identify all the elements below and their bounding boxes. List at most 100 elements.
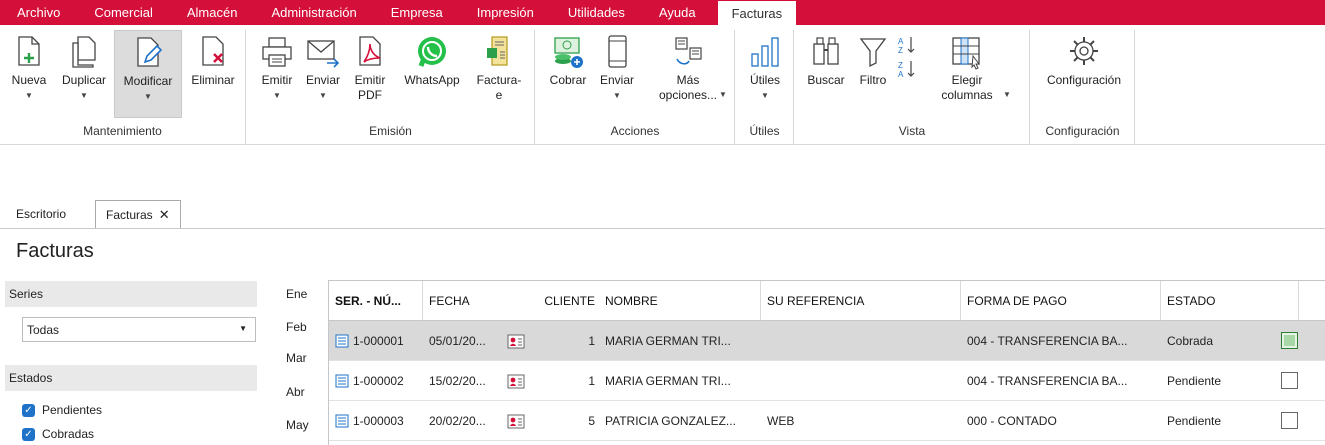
filtro-button[interactable]: Filtro	[853, 30, 893, 118]
contact-card-icon[interactable]	[507, 361, 525, 401]
configuracion-button[interactable]: Configuración	[1037, 30, 1131, 118]
buscar-button[interactable]: Buscar	[801, 30, 851, 118]
email-icon	[307, 40, 340, 68]
menu-utilidades[interactable]: Utilidades	[551, 0, 642, 25]
duplicate-icon	[72, 36, 96, 68]
contact-card-icon[interactable]	[507, 321, 525, 361]
duplicar-button[interactable]: Duplicar ▼	[56, 30, 112, 118]
tab-facturas[interactable]: Facturas ✕	[95, 200, 181, 229]
menu-impresion[interactable]: Impresión	[460, 0, 551, 25]
chevron-down-icon: ▼	[80, 91, 88, 100]
cell-nombre: PATRICIA GONZALEZ...	[605, 414, 736, 428]
more-options-icon	[675, 37, 702, 65]
cobrar-label: Cobrar	[549, 73, 587, 87]
estados-header: Estados	[5, 365, 257, 391]
estado-pendientes-checkbox[interactable]: ✓ Pendientes	[22, 403, 102, 417]
estado-cobradas-checkbox[interactable]: ✓ Cobradas	[22, 427, 94, 441]
table-row[interactable]: 1-000003 20/02/20... 5 PATRICIA GONZALEZ…	[329, 401, 1325, 441]
cell-referencia: WEB	[767, 414, 795, 428]
svg-text:A: A	[898, 70, 904, 79]
eliminar-label: Eliminar	[191, 73, 235, 87]
menu-empresa[interactable]: Empresa	[374, 0, 460, 25]
group-utiles: Útiles ▼ Útiles	[736, 30, 794, 144]
emitir-label: Emitir	[261, 73, 293, 87]
group-label-vista: Vista	[898, 124, 926, 138]
enviar-email-button[interactable]: Enviar ▼	[301, 30, 345, 118]
modificar-button[interactable]: Modificar ▼	[114, 30, 182, 118]
column-header-estado[interactable]: ESTADO	[1161, 281, 1299, 321]
enviar-mobile-label: Enviar	[599, 73, 634, 87]
facturae-icon	[487, 36, 508, 66]
nueva-button[interactable]: Nueva ▼	[4, 30, 54, 118]
menu-facturas[interactable]: Facturas	[716, 0, 798, 25]
month-abr[interactable]: Abr	[286, 385, 305, 399]
enviar-mobile-button[interactable]: Enviar ▼	[594, 30, 640, 118]
estado-checkbox[interactable]	[1281, 372, 1298, 389]
group-acciones: Cobrar Enviar ▼ Más opciones... ▼ Accion…	[536, 30, 735, 144]
emitir-pdf-label: Emitir PDF	[354, 73, 386, 102]
filter-icon	[859, 38, 887, 68]
column-header-referencia[interactable]: SU REFERENCIA	[761, 281, 961, 321]
close-icon[interactable]: ✕	[159, 207, 170, 223]
column-header-nombre[interactable]: NOMBRE	[599, 281, 761, 321]
facturae-button[interactable]: Factura-e	[471, 30, 527, 118]
elegir-columnas-button[interactable]: Elegir columnas ▼	[925, 30, 1011, 118]
menu-bar: Archivo Comercial Almacén Administración…	[0, 0, 1325, 25]
month-ene[interactable]: Ene	[286, 287, 307, 301]
column-header-cliente[interactable]: CLIENTE	[507, 281, 599, 321]
column-header-numero[interactable]: SER. - NÚ...	[329, 281, 423, 321]
utiles-label: Útiles	[749, 73, 780, 87]
cell-numero: 1-000001	[353, 334, 404, 348]
cell-forma-pago: 004 - TRANSFERENCIA BA...	[967, 334, 1128, 348]
mas-opciones-label: Más opciones...	[658, 73, 718, 102]
menu-ayuda[interactable]: Ayuda	[642, 0, 713, 25]
table-row[interactable]: 1-000002 15/02/20... 1 MARIA GERMAN TRI.…	[329, 361, 1325, 401]
delete-document-icon	[202, 36, 224, 66]
modificar-label: Modificar	[123, 74, 173, 88]
whatsapp-button[interactable]: WhatsApp	[395, 30, 469, 118]
printer-icon	[262, 37, 292, 67]
chevron-down-icon: ▼	[719, 90, 727, 99]
series-select-value: Todas	[27, 322, 60, 337]
month-mar[interactable]: Mar	[286, 351, 307, 365]
chevron-down-icon: ▼	[761, 91, 769, 100]
utiles-button[interactable]: Útiles ▼	[742, 30, 788, 118]
menu-archivo[interactable]: Archivo	[0, 0, 77, 25]
mas-opciones-button[interactable]: Más opciones... ▼	[646, 30, 730, 118]
sort-button[interactable]: AZ ZA	[895, 30, 919, 118]
emitir-pdf-button[interactable]: Emitir PDF	[347, 30, 393, 118]
menu-comercial[interactable]: Comercial	[77, 0, 170, 25]
estado-checkbox[interactable]	[1281, 332, 1298, 349]
month-may[interactable]: May	[286, 418, 309, 432]
eliminar-button[interactable]: Eliminar	[184, 30, 242, 118]
menu-almacen[interactable]: Almacén	[170, 0, 255, 25]
edit-document-icon	[137, 37, 163, 67]
filtro-label: Filtro	[859, 73, 887, 87]
column-header-forma-pago[interactable]: FORMA DE PAGO	[961, 281, 1161, 321]
cell-forma-pago: 004 - TRANSFERENCIA BA...	[967, 374, 1128, 388]
svg-text:A: A	[898, 37, 904, 46]
gear-icon	[1070, 37, 1098, 65]
cobrar-button[interactable]: Cobrar	[542, 30, 594, 118]
group-emision: Emitir ▼ Enviar ▼ Emitir PDF WhatsApp Fa…	[247, 30, 535, 144]
page-title: Facturas	[16, 240, 94, 262]
contact-card-icon[interactable]	[507, 401, 525, 441]
chevron-down-icon: ▼	[613, 91, 621, 100]
cell-numero: 1-000002	[353, 374, 404, 388]
table-row[interactable]: 1-000001 05/01/20... 1 MARIA GERMAN TRI.…	[329, 321, 1325, 361]
tab-divider	[0, 228, 1325, 229]
series-select[interactable]: Todas ▼	[22, 317, 256, 342]
whatsapp-icon	[418, 37, 446, 67]
svg-text:Z: Z	[898, 61, 903, 70]
tab-escritorio[interactable]: Escritorio	[6, 200, 76, 228]
group-vista: Buscar Filtro AZ ZA Elegir columnas ▼ Vi…	[795, 30, 1030, 144]
column-header-fecha[interactable]: FECHA	[423, 281, 507, 321]
elegir-columnas-label: Elegir columnas	[941, 73, 993, 102]
month-feb[interactable]: Feb	[286, 320, 307, 334]
checkmark-icon: ✓	[22, 427, 35, 441]
menu-administracion[interactable]: Administración	[254, 0, 373, 25]
estado-checkbox[interactable]	[1281, 412, 1298, 429]
emitir-button[interactable]: Emitir ▼	[255, 30, 299, 118]
cell-numero: 1-000003	[353, 414, 404, 428]
estado-cobradas-label: Cobradas	[42, 427, 95, 441]
